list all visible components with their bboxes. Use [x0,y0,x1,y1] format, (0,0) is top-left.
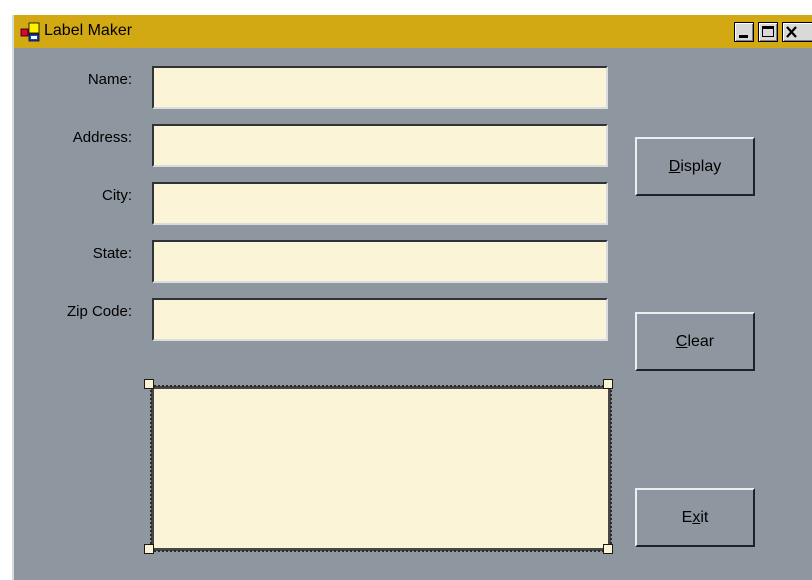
minimize-button[interactable] [734,22,754,42]
label-maker-window: Label Maker Name: Address: City: State: … [12,15,812,580]
title-bar[interactable]: Label Maker [14,15,812,48]
exit-button-text-post: it [700,508,709,526]
exit-button-text-pre: E [681,508,693,526]
state-input[interactable] [152,240,608,283]
clear-button[interactable]: Clear [635,312,755,371]
exit-button-accelerator: x [692,508,701,526]
display-button-text-post: isplay [680,157,722,175]
close-button[interactable] [782,22,812,42]
zip-code-label: Zip Code: [66,303,132,320]
address-label: Address: [72,129,132,146]
maximize-button[interactable] [758,22,778,42]
clear-button-accelerator: C [675,332,688,350]
display-button-accelerator: D [668,157,681,175]
display-button[interactable]: Display [635,137,755,196]
resize-handle-bottom-right[interactable] [603,544,613,554]
resize-handle-top-right[interactable] [603,379,613,389]
name-input[interactable] [152,66,608,109]
resize-handle-bottom-left[interactable] [144,544,154,554]
name-label: Name: [87,71,132,88]
app-icon [20,22,40,42]
city-label: City: [102,187,132,204]
resize-handle-top-left[interactable] [144,379,154,389]
label-output-box[interactable] [150,385,612,552]
zip-code-input[interactable] [152,298,608,341]
window-title: Label Maker [44,22,133,39]
minimize-icon [739,35,748,38]
address-input[interactable] [152,124,608,167]
close-icon [786,26,797,38]
maximize-icon [762,26,774,37]
clear-button-text-post: lear [687,332,715,350]
city-input[interactable] [152,182,608,225]
state-label: State: [92,245,132,262]
exit-button[interactable]: Ex it [635,488,755,547]
